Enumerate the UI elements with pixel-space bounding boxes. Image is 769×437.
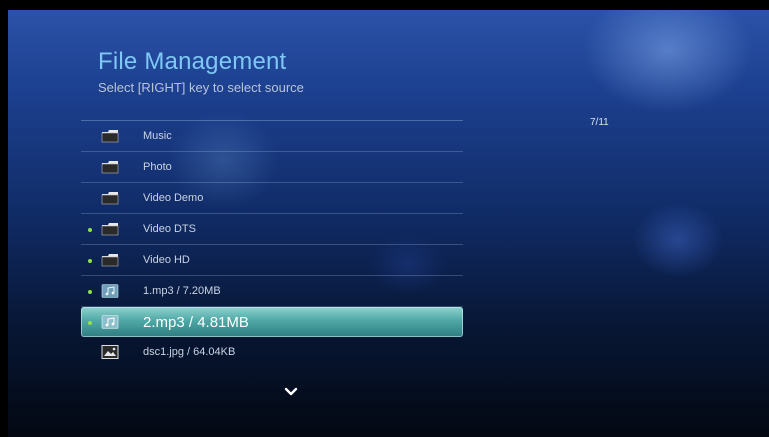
list-item-2-mp3-selected[interactable]: 2.mp3 / 4.81MB	[81, 307, 463, 337]
folder-icon	[101, 223, 119, 236]
folder-icon	[101, 192, 119, 205]
marked-indicator	[88, 259, 92, 263]
list-item-label: Video HD	[143, 254, 190, 266]
page-title: File Management	[98, 48, 287, 75]
folder-icon	[101, 130, 119, 143]
marked-indicator	[88, 290, 92, 294]
file-list: Music Photo Video Demo Video DTS Video H…	[81, 120, 463, 367]
list-item-music[interactable]: Music	[81, 121, 463, 152]
page-subtitle: Select [RIGHT] key to select source	[98, 80, 304, 95]
file-management-screen: File Management Select [RIGHT] key to se…	[8, 10, 769, 437]
music-file-icon	[101, 284, 119, 298]
list-item-label: Photo	[143, 161, 172, 173]
list-item-label: 2.mp3 / 4.81MB	[143, 313, 249, 331]
marked-indicator	[88, 228, 92, 232]
list-item-video-hd[interactable]: Video HD	[81, 245, 463, 276]
list-item-label: 1.mp3 / 7.20MB	[143, 285, 221, 297]
list-item-1-mp3[interactable]: 1.mp3 / 7.20MB	[81, 276, 463, 307]
folder-icon	[101, 161, 119, 174]
list-item-photo[interactable]: Photo	[81, 152, 463, 183]
chevron-down-icon[interactable]	[284, 387, 298, 397]
list-item-label: Video DTS	[143, 223, 196, 235]
folder-icon	[101, 254, 119, 267]
list-item-video-dts[interactable]: Video DTS	[81, 214, 463, 245]
list-item-label: dsc1.jpg / 64.04KB	[143, 346, 236, 358]
list-item-label: Music	[143, 130, 172, 142]
image-file-icon	[101, 345, 119, 359]
music-file-icon	[101, 315, 119, 329]
list-item-label: Video Demo	[143, 192, 204, 204]
list-item-video-demo[interactable]: Video Demo	[81, 183, 463, 214]
marked-indicator	[88, 321, 92, 325]
item-counter: 7/11	[590, 117, 609, 128]
list-item-dsc1-jpg[interactable]: dsc1.jpg / 64.04KB	[81, 337, 463, 367]
